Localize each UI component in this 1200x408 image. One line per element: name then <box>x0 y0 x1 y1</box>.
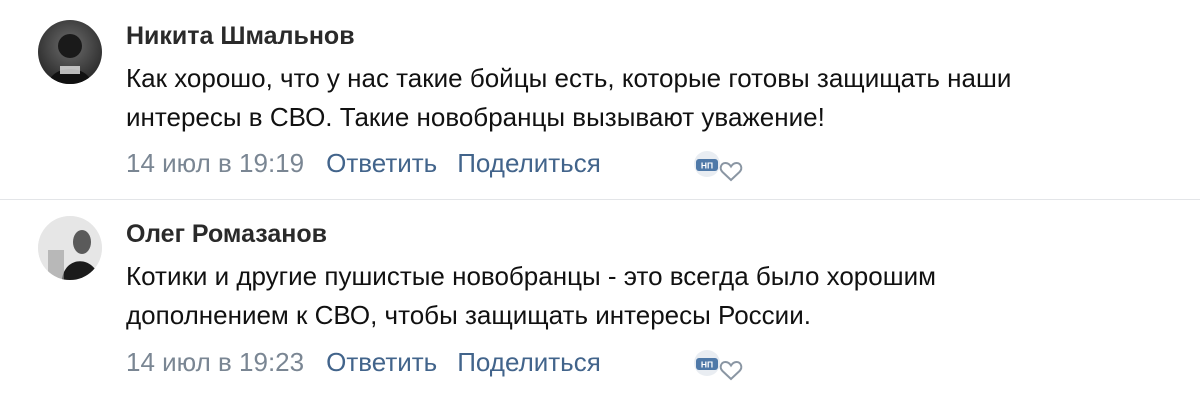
badge-label: НП <box>701 360 713 370</box>
comment-text-line: интересы в СВО. Такие новобранцы вызываю… <box>126 102 825 132</box>
comment-date[interactable]: 14 июл в 19:19 <box>126 148 304 179</box>
badge-icon: НП <box>694 151 720 177</box>
badge-label: НП <box>701 161 713 171</box>
author-name[interactable]: Никита Шмальнов <box>126 22 355 51</box>
reply-button[interactable]: Ответить <box>326 148 437 179</box>
comment-text-line: Котики и другие пушистые новобранцы - эт… <box>126 261 936 291</box>
comment-text-line: дополнением к СВО, чтобы защищать интере… <box>126 300 811 330</box>
comment-meta: 14 июл в 19:19 Ответить Поделиться <box>126 148 621 179</box>
comment: Олег Ромазанов Котики и другие пушистые … <box>0 200 1200 408</box>
reaction-button[interactable]: НП <box>693 349 749 383</box>
share-button[interactable]: Поделиться <box>457 148 601 179</box>
comment-text-line: Как хорошо, что у нас такие бойцы есть, … <box>126 63 1012 93</box>
comment-text: Котики и другие пушистые новобранцы - эт… <box>126 257 936 335</box>
comment-text: Как хорошо, что у нас такие бойцы есть, … <box>126 59 1011 137</box>
share-button[interactable]: Поделиться <box>457 347 601 378</box>
heart-icon <box>719 360 743 381</box>
badge-icon: НП <box>694 350 720 376</box>
comment-meta: 14 июл в 19:23 Ответить Поделиться <box>126 347 621 378</box>
comment: Никита Шмальнов Как хорошо, что у нас та… <box>0 0 1200 200</box>
reaction-button[interactable]: НП <box>693 150 749 184</box>
avatar[interactable] <box>38 20 102 84</box>
avatar[interactable] <box>38 216 102 280</box>
reply-button[interactable]: Ответить <box>326 347 437 378</box>
author-name[interactable]: Олег Ромазанов <box>126 220 327 249</box>
heart-icon <box>719 161 743 182</box>
comment-date[interactable]: 14 июл в 19:23 <box>126 347 304 378</box>
